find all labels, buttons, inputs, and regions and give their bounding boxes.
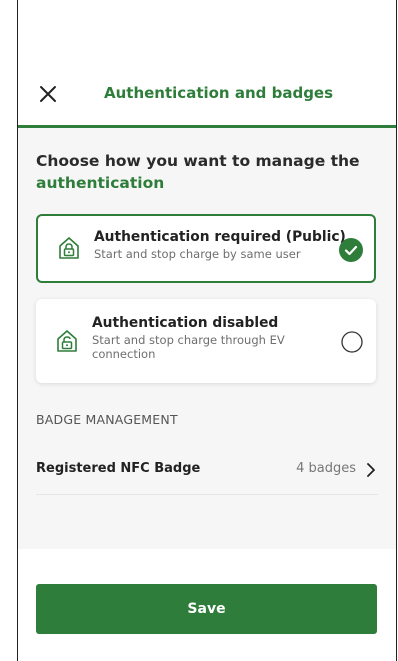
option-description: Start and stop charge through EV connect… xyxy=(92,333,285,361)
unlock-shield-icon xyxy=(57,330,77,352)
option-description: Start and stop charge by same user xyxy=(94,247,301,261)
radio-empty-icon[interactable] xyxy=(341,331,363,353)
intro-text: Choose how you want to manage the authen… xyxy=(36,150,376,194)
intro-text-accent: authentication xyxy=(36,174,165,192)
registered-nfc-badge-row[interactable]: Registered NFC Badge 4 badges xyxy=(36,443,378,495)
header: Authentication and badges xyxy=(18,0,396,128)
lock-shield-icon xyxy=(59,237,79,259)
save-button[interactable]: Save xyxy=(36,584,377,634)
page-title: Authentication and badges xyxy=(104,84,334,102)
app-screen: Authentication and badges Choose how you… xyxy=(17,0,397,661)
intro-text-main: Choose how you want to manage the xyxy=(36,152,360,170)
close-icon[interactable] xyxy=(37,83,59,105)
option-text: Authentication required (Public) Start a… xyxy=(94,228,346,261)
option-authentication-required[interactable]: Authentication required (Public) Start a… xyxy=(36,214,376,283)
section-label-badge-management: BADGE MANAGEMENT xyxy=(36,412,178,427)
footer: Save xyxy=(18,549,396,661)
check-circle-icon[interactable] xyxy=(339,238,363,262)
option-text: Authentication disabled Start and stop c… xyxy=(92,314,322,361)
row-label: Registered NFC Badge xyxy=(36,461,201,476)
option-title: Authentication required (Public) xyxy=(94,229,346,245)
option-title: Authentication disabled xyxy=(92,315,279,331)
chevron-right-icon xyxy=(367,463,375,477)
option-authentication-disabled[interactable]: Authentication disabled Start and stop c… xyxy=(36,299,376,383)
badge-count: 4 badges xyxy=(296,461,356,476)
